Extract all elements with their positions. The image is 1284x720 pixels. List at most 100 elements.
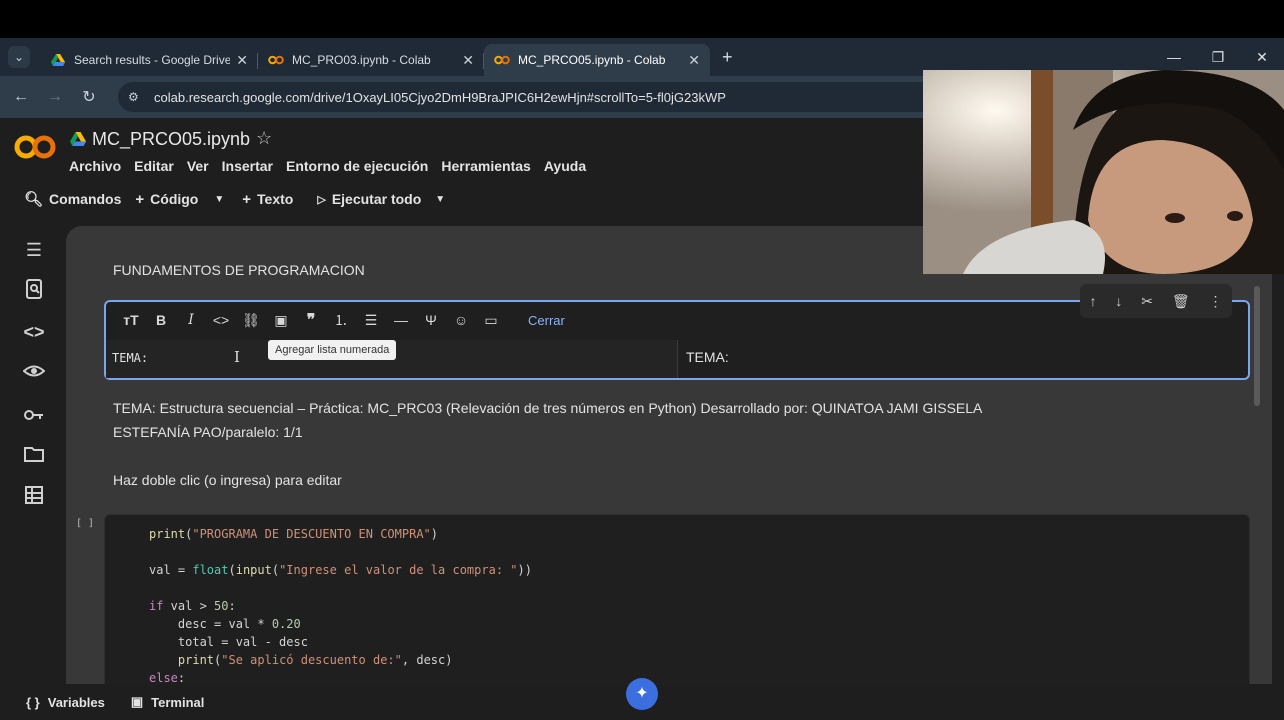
numbered-list-icon[interactable]: ⒈	[326, 310, 356, 330]
italic-icon[interactable]: I	[176, 312, 206, 328]
text-label: Texto	[257, 191, 294, 207]
colab-icon	[268, 52, 284, 68]
restore-icon[interactable]: ❐	[1196, 49, 1240, 66]
tab-google-drive[interactable]: Search results - Google Drive ✕	[40, 44, 258, 76]
cell-toolbar: ↑ ↓ ✂ 🗑︎ ⋮	[1080, 284, 1232, 318]
heading-icon[interactable]: ᴛT	[116, 312, 146, 328]
image-icon[interactable]: ▣	[266, 312, 296, 329]
emoji-icon[interactable]: ☺	[446, 312, 476, 328]
terminal-label: Terminal	[151, 694, 205, 710]
code-editor[interactable]: print("PROGRAMA DE DESCUENTO EN COMPRA")…	[149, 525, 532, 684]
notebook-panel: FUNDAMENTOS DE PROGRAMACION ᴛT B I <> ⛓ …	[66, 226, 1272, 684]
google-drive-icon	[50, 52, 66, 68]
key-icon[interactable]	[22, 403, 46, 427]
plus-icon: +	[242, 190, 252, 208]
table-of-contents-icon[interactable]: ☰	[22, 238, 46, 262]
play-icon: ▷	[317, 193, 326, 206]
commands-label: Comandos	[49, 191, 122, 207]
code-snippets-icon[interactable]: <>	[22, 320, 46, 344]
menu-editar[interactable]: Editar	[134, 158, 174, 174]
run-all-button[interactable]: ▷ Ejecutar todo ▼	[317, 191, 445, 207]
new-tab-icon[interactable]: +	[722, 47, 733, 68]
back-icon[interactable]: ←	[4, 88, 38, 106]
notebook-title[interactable]: MC_PRCO05.ipynb	[92, 129, 250, 150]
forward-icon[interactable]: →	[38, 88, 72, 106]
left-sidebar: ☰ <>	[0, 216, 66, 684]
chevron-down-icon[interactable]: ▼	[214, 194, 224, 205]
webcam-overlay	[923, 70, 1284, 274]
more-vert-icon[interactable]: ⋮	[1209, 293, 1223, 310]
colab-icon	[494, 52, 510, 68]
bold-icon[interactable]: B	[146, 312, 176, 328]
empty-text-cell-hint[interactable]: Haz doble clic (o ingresa) para editar	[113, 472, 342, 488]
tab-colab-pro03[interactable]: MC_PRO03.ipynb - Colab ✕	[258, 44, 484, 76]
close-icon[interactable]: ✕	[462, 52, 474, 69]
data-table-icon[interactable]	[22, 486, 46, 510]
horizontal-rule-icon[interactable]: —	[386, 312, 416, 328]
tab-label: MC_PRO03.ipynb - Colab	[292, 53, 431, 67]
link-off-icon[interactable]: ✂	[1141, 293, 1153, 310]
variables-button[interactable]: { } Variables	[26, 695, 105, 710]
menu-herramientas[interactable]: Herramientas	[441, 158, 531, 174]
menu-bar: Archivo Editar Ver Insertar Entorno de e…	[69, 158, 599, 174]
markdown-heading[interactable]: FUNDAMENTOS DE PROGRAMACION	[113, 262, 365, 278]
reload-icon[interactable]: ↻	[72, 87, 106, 107]
markdown-toolbar: ᴛT B I <> ⛓ ▣ ❞ ⒈ ☰ — Ψ ☺ ▭ Cerrar	[106, 302, 1248, 338]
secrets-eye-icon[interactable]	[22, 362, 46, 386]
add-code-button[interactable]: + Código ▼	[135, 191, 224, 208]
close-editor-button[interactable]: Cerrar	[528, 313, 565, 328]
trash-icon[interactable]: 🗑︎	[1172, 293, 1190, 310]
menu-entorno[interactable]: Entorno de ejecución	[286, 158, 428, 174]
link-icon[interactable]: ⛓	[236, 312, 266, 329]
terminal-icon: ▣	[130, 694, 144, 709]
markdown-editor-cell[interactable]: ᴛT B I <> ⛓ ▣ ❞ ⒈ ☰ — Ψ ☺ ▭ Cerrar TEMA:…	[104, 300, 1250, 380]
minimize-icon[interactable]: —	[1152, 49, 1196, 65]
menu-insertar[interactable]: Insertar	[222, 158, 273, 174]
close-window-icon[interactable]: ✕	[1240, 49, 1284, 66]
latex-psi-icon[interactable]: Ψ	[416, 312, 446, 328]
markdown-preview: TEMA:	[686, 349, 729, 365]
google-drive-icon[interactable]	[70, 132, 86, 146]
tab-colab-prco05[interactable]: MC_PRCO05.ipynb - Colab ✕	[484, 44, 710, 76]
notebook-area: FUNDAMENTOS DE PROGRAMACION ᴛT B I <> ⛓ …	[66, 216, 1284, 684]
terminal-button[interactable]: ▣ Terminal	[131, 694, 205, 710]
webcam-feed-image	[923, 70, 1284, 274]
bulleted-list-icon[interactable]: ☰	[356, 312, 386, 329]
arrow-down-icon[interactable]: ↓	[1115, 293, 1122, 309]
code-icon[interactable]: <>	[206, 312, 236, 328]
text-cell[interactable]: TEMA: Estructura secuencial – Práctica: …	[113, 396, 1173, 444]
chevron-down-icon[interactable]: ▼	[435, 194, 445, 205]
quote-icon[interactable]: ❞	[296, 310, 326, 330]
search-icon: 🔍︎	[24, 191, 44, 208]
tab-label: Search results - Google Drive	[74, 53, 231, 67]
scrollbar[interactable]	[1254, 286, 1260, 406]
menu-archivo[interactable]: Archivo	[69, 158, 121, 174]
tab-search-menu-icon[interactable]: ⌄	[8, 46, 30, 68]
site-settings-icon[interactable]: ⚙	[128, 90, 144, 104]
star-icon[interactable]: ☆	[256, 128, 272, 149]
folder-icon[interactable]	[22, 444, 46, 468]
text-line: TEMA: Estructura secuencial – Práctica: …	[113, 400, 983, 416]
url-text: colab.research.google.com/drive/1OxayLI0…	[154, 89, 726, 105]
screen-top-margin	[0, 0, 1284, 38]
colab-logo[interactable]	[14, 134, 56, 160]
braces-icon: { }	[26, 694, 40, 710]
code-label: Código	[150, 191, 199, 207]
gemini-sparkle-icon[interactable]: ✦	[626, 678, 658, 710]
commands-button[interactable]: 🔍︎ Comandos	[24, 190, 121, 208]
menu-ver[interactable]: Ver	[187, 158, 209, 174]
menu-ayuda[interactable]: Ayuda	[544, 158, 586, 174]
find-replace-icon[interactable]	[22, 279, 46, 303]
tooltip: Agregar lista numerada	[268, 340, 397, 360]
run-all-label: Ejecutar todo	[331, 191, 422, 207]
arrow-up-icon[interactable]: ↑	[1089, 293, 1096, 309]
preview-layout-icon[interactable]: ▭	[476, 312, 506, 329]
tab-label: MC_PRCO05.ipynb - Colab	[518, 53, 666, 67]
run-cell-button[interactable]: [ ]	[76, 518, 94, 529]
add-text-button[interactable]: + Texto	[242, 191, 293, 208]
close-icon[interactable]: ✕	[688, 52, 700, 69]
plus-icon: +	[135, 190, 145, 208]
variables-label: Variables	[47, 694, 105, 710]
close-icon[interactable]: ✕	[236, 52, 248, 69]
code-cell[interactable]: print("PROGRAMA DE DESCUENTO EN COMPRA")…	[104, 514, 1250, 684]
